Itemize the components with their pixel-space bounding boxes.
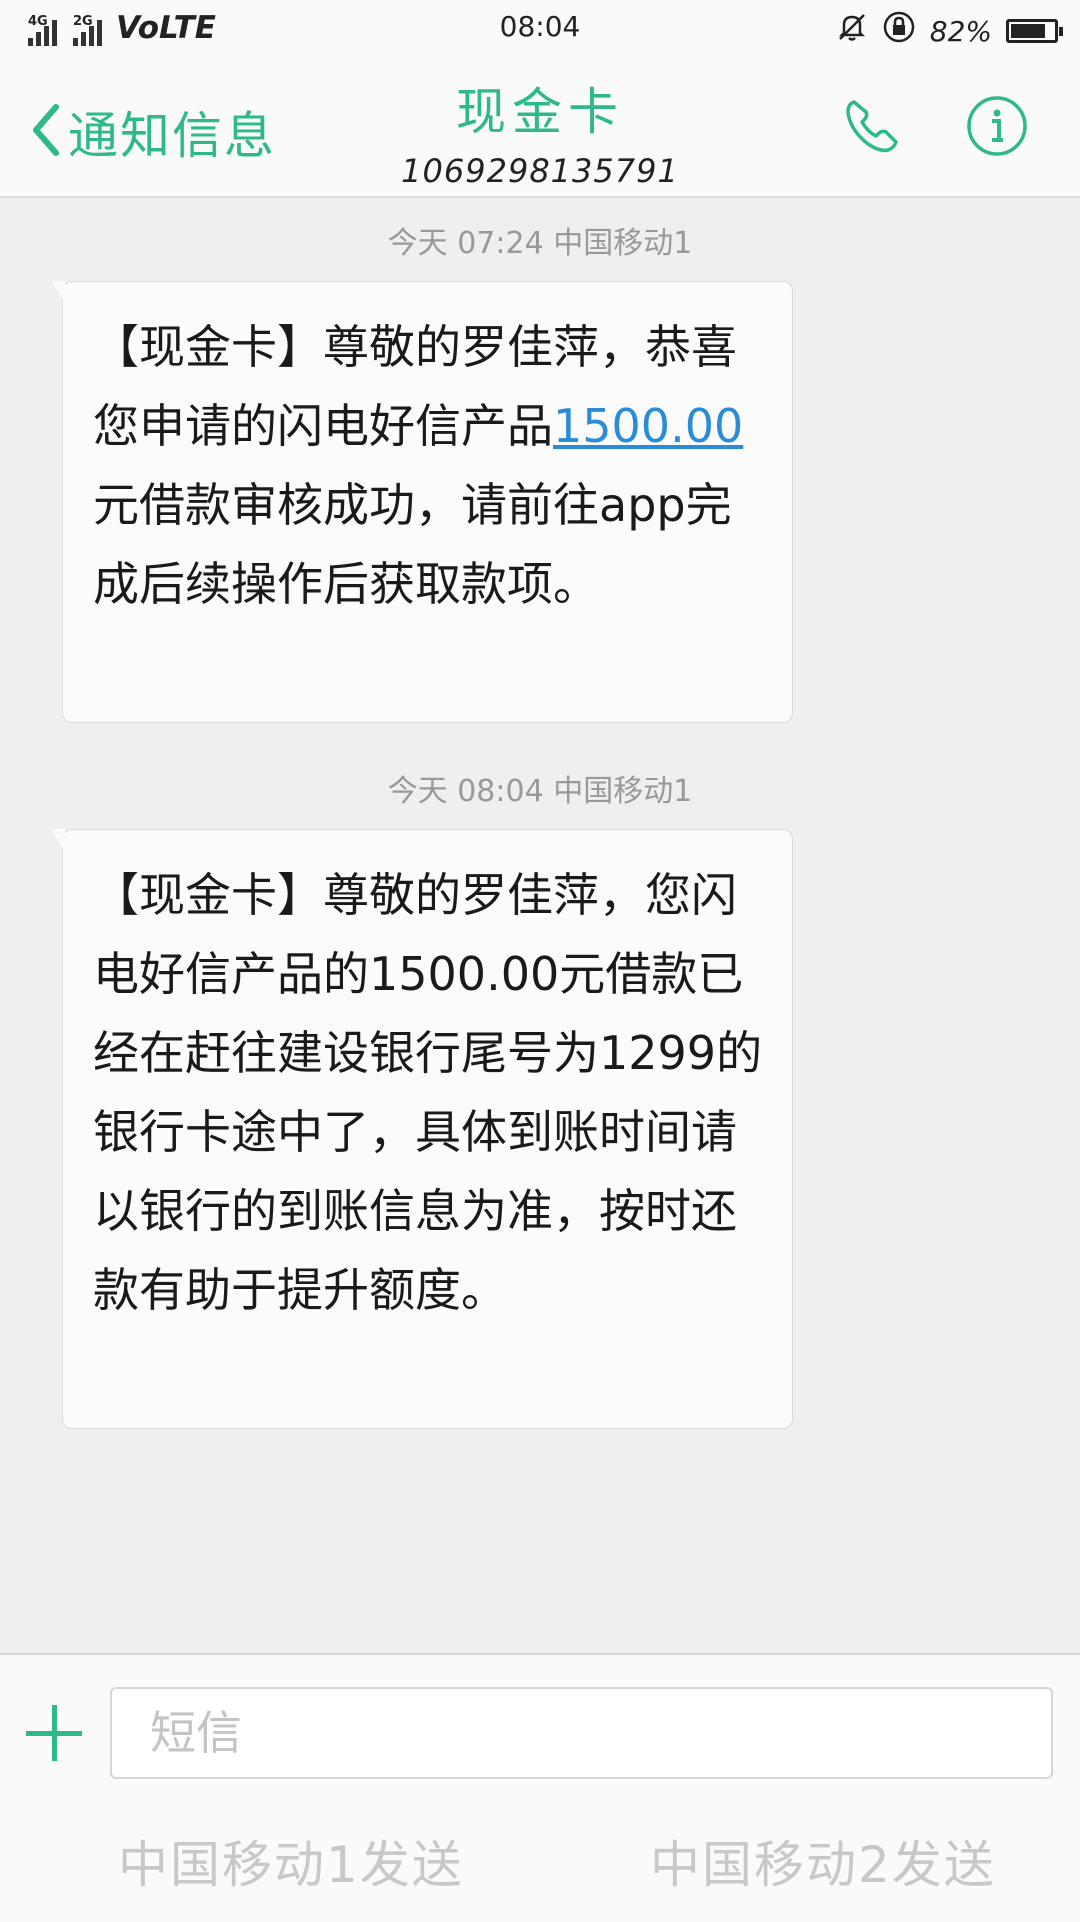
message-bubble[interactable]: 【现金卡】尊敬的罗佳萍，您闪电好信产品的1500.00元借款已经在赶往建设银行尾… [51, 829, 793, 1429]
message-timestamp: 今天 08:04 中国移动1 [387, 774, 693, 809]
battery-percent: 82% [929, 14, 992, 48]
message-text: 元借款审核成功，请前往app完成后续操作后获取款项。 [93, 478, 732, 611]
amount-link[interactable]: 1500.00 [553, 399, 743, 453]
info-icon [965, 96, 1029, 162]
plus-icon[interactable] [26, 1705, 82, 1761]
call-button[interactable] [840, 94, 904, 158]
back-label: 通知信息 [68, 107, 276, 165]
back-button[interactable]: 通知信息 [30, 96, 276, 168]
composer: 中国移动1发送 中国移动2发送 [0, 1653, 1080, 1922]
bell-off-icon [836, 11, 868, 51]
conversation-header: 通知信息 现金卡 1069298135791 [0, 58, 1080, 198]
message-timestamp: 今天 07:24 中国移动1 [387, 226, 693, 261]
send-sim1-button[interactable]: 中国移动1发送 [118, 1825, 464, 1897]
rotation-lock-icon [882, 10, 916, 52]
message-text: 【现金卡】尊敬的罗佳萍，您闪电好信产品的1500.00元借款已经在赶往建设银行尾… [93, 868, 763, 1317]
message-bubble[interactable]: 【现金卡】尊敬的罗佳萍，恭喜您申请的闪电好信产品1500.00元借款审核成功，请… [51, 281, 793, 723]
chevron-left-icon [30, 103, 60, 161]
message-list[interactable]: 今天 07:24 中国移动1 【现金卡】尊敬的罗佳萍，恭喜您申请的闪电好信产品1… [0, 198, 1080, 1653]
battery-icon [1006, 19, 1063, 43]
sms-input[interactable] [110, 1687, 1053, 1779]
send-sim2-button[interactable]: 中国移动2发送 [650, 1825, 996, 1897]
battery-level [1011, 24, 1045, 38]
status-bar: 4G 2G VoLTE 08:04 82% [0, 0, 1080, 58]
phone-icon [840, 100, 904, 162]
info-button[interactable] [965, 94, 1029, 158]
